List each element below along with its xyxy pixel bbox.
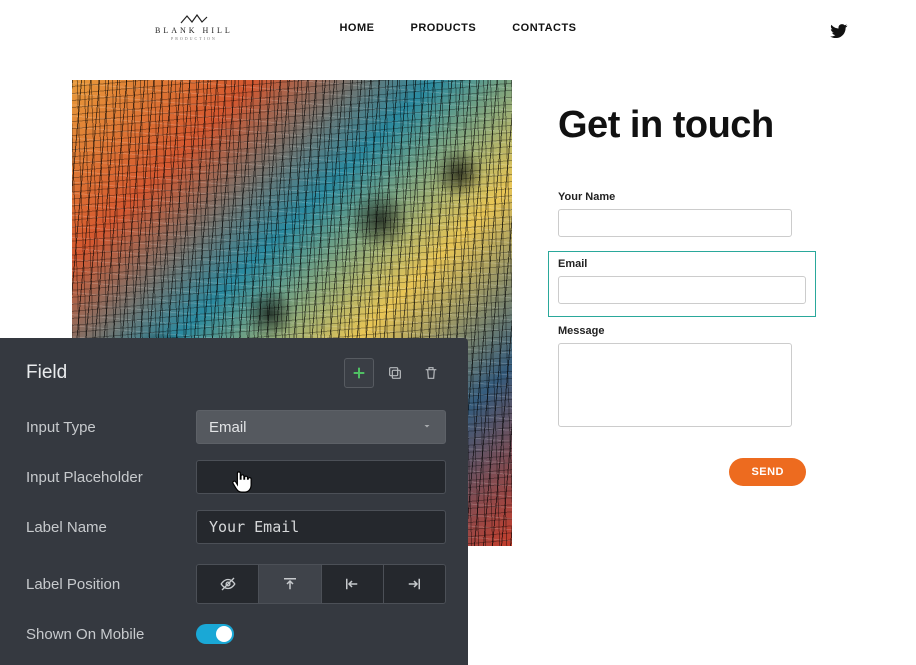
label-position-label: Label Position xyxy=(26,576,196,593)
label-name-label: Label Name xyxy=(26,519,196,536)
row-label-position: Label Position xyxy=(0,552,468,616)
brand-logo-mark xyxy=(180,14,208,24)
label-position-left[interactable] xyxy=(322,565,384,603)
input-placeholder-field[interactable] xyxy=(196,460,446,494)
brand-name: BLANK HILL xyxy=(155,26,233,35)
add-field-button[interactable] xyxy=(344,358,374,388)
main-nav: HOME PRODUCTS CONTACTS xyxy=(339,22,576,34)
field-group-email[interactable]: Email xyxy=(548,251,816,317)
nav-contacts[interactable]: CONTACTS xyxy=(512,22,576,34)
label-name-field[interactable] xyxy=(196,510,446,544)
name-input[interactable] xyxy=(558,209,792,237)
row-input-placeholder: Input Placeholder xyxy=(0,452,468,502)
nav-home[interactable]: HOME xyxy=(339,22,374,34)
input-type-label: Input Type xyxy=(26,419,196,436)
message-input[interactable] xyxy=(558,343,792,427)
editor-panel-title: Field xyxy=(26,362,67,384)
brand-logo[interactable]: BLANK HILL PRODUCTION xyxy=(155,14,233,41)
shown-on-mobile-toggle[interactable] xyxy=(196,624,234,644)
row-shown-on-mobile: Shown On Mobile xyxy=(0,616,468,652)
editor-panel: Field Input Type Email Input Placeholder… xyxy=(0,338,468,665)
contact-section: Get in touch Your Name Email Message SEN… xyxy=(558,104,806,486)
site-header: BLANK HILL PRODUCTION HOME PRODUCTS CONT… xyxy=(0,8,916,48)
message-label: Message xyxy=(558,325,806,337)
contact-title: Get in touch xyxy=(558,104,806,147)
twitter-icon[interactable] xyxy=(830,22,848,45)
chevron-down-icon xyxy=(421,419,433,435)
duplicate-field-button[interactable] xyxy=(380,358,410,388)
field-group-name: Your Name xyxy=(558,191,806,237)
label-position-top[interactable] xyxy=(259,565,321,603)
field-group-message: Message xyxy=(558,325,806,432)
nav-products[interactable]: PRODUCTS xyxy=(410,22,476,34)
brand-sub: PRODUCTION xyxy=(171,36,217,41)
editor-panel-header: Field xyxy=(0,338,468,402)
input-type-select[interactable]: Email xyxy=(196,410,446,444)
row-label-name: Label Name xyxy=(0,502,468,552)
email-input[interactable] xyxy=(558,276,806,304)
input-type-value: Email xyxy=(209,419,247,436)
label-position-right[interactable] xyxy=(384,565,445,603)
input-placeholder-label: Input Placeholder xyxy=(26,469,196,486)
shown-on-mobile-label: Shown On Mobile xyxy=(26,626,196,643)
label-position-hidden[interactable] xyxy=(197,565,259,603)
row-input-type: Input Type Email xyxy=(0,402,468,452)
editor-panel-actions xyxy=(344,358,446,388)
delete-field-button[interactable] xyxy=(416,358,446,388)
name-label: Your Name xyxy=(558,191,806,203)
send-button[interactable]: SEND xyxy=(729,458,806,486)
label-position-group xyxy=(196,564,446,604)
email-label: Email xyxy=(558,258,806,270)
